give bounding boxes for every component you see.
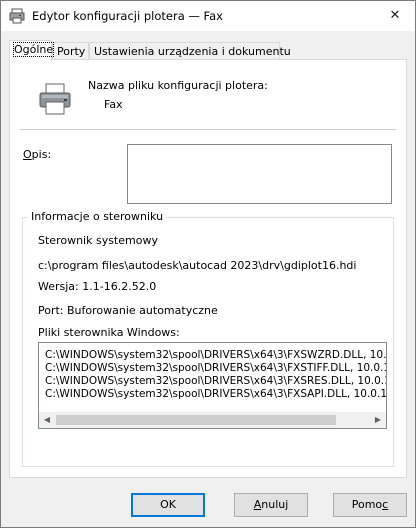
windows-driver-files-list[interactable]: C:\WINDOWS\system32\spool\DRIVERS\x64\3\… (38, 342, 387, 429)
driver-path: c:\program files\autodesk\autocad 2023\d… (38, 259, 357, 272)
plotter-config-icon (9, 8, 25, 24)
help-button[interactable]: Pomoc (333, 493, 407, 517)
close-icon: ✕ (389, 8, 401, 23)
driver-info-group-title: Informacje o sterowniku (28, 210, 167, 223)
list-item[interactable]: C:\WINDOWS\system32\spool\DRIVERS\x64\3\… (45, 362, 386, 374)
config-file-name-label: Nazwa pliku konfiguracji plotera: (88, 79, 268, 92)
list-item[interactable]: C:\WINDOWS\system32\spool\DRIVERS\x64\3\… (45, 375, 386, 387)
driver-port: Port: Buforowanie automatyczne (38, 304, 218, 317)
scroll-left-icon[interactable]: ◀ (39, 412, 55, 428)
title-bar[interactable]: Edytor konfiguracji plotera — Fax ✕ (1, 1, 415, 31)
scroll-right-icon[interactable]: ▶ (370, 412, 386, 428)
config-file-name-value: Fax (104, 98, 123, 111)
horizontal-scrollbar[interactable]: ◀ ▶ (39, 412, 386, 428)
windows-driver-files-label: Pliki sterownika Windows: (38, 326, 180, 339)
scrollbar-thumb[interactable] (56, 415, 336, 425)
driver-version: Wersja: 1.1-16.2.52.0 (38, 280, 157, 293)
description-field[interactable] (127, 144, 392, 204)
driver-type: Sterownik systemowy (38, 234, 158, 247)
printer-icon (39, 83, 71, 115)
ok-button[interactable]: OK (131, 493, 205, 517)
close-button[interactable]: ✕ (375, 1, 415, 31)
list-item[interactable]: C:\WINDOWS\system32\spool\DRIVERS\x64\3\… (45, 388, 386, 400)
description-label: Opis: (23, 148, 52, 161)
general-tab-panel: Nazwa pliku konfiguracji plotera: Fax Op… (9, 59, 407, 478)
separator (20, 129, 396, 130)
tab-general[interactable]: Ogólne (9, 40, 55, 61)
tab-device-document-settings[interactable]: Ustawienia urządzenia i dokumentu (89, 42, 291, 60)
tab-ports[interactable]: Porty (52, 42, 89, 60)
window-title: Edytor konfiguracji plotera — Fax (32, 9, 223, 23)
cancel-button[interactable]: Anuluj (234, 493, 308, 517)
plotter-config-editor-window: Edytor konfiguracji plotera — Fax ✕ Ogól… (0, 0, 416, 528)
list-item[interactable]: C:\WINDOWS\system32\spool\DRIVERS\x64\3\… (45, 349, 386, 361)
